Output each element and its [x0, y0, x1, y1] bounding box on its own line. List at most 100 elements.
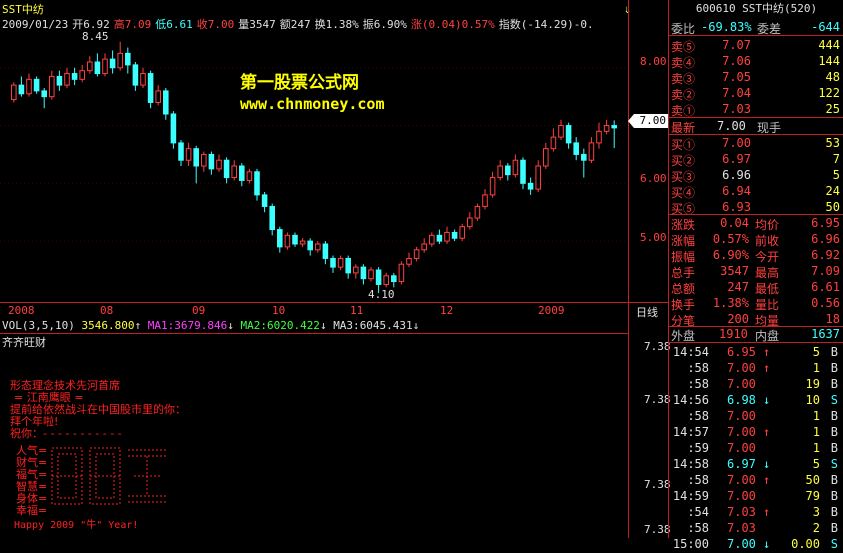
- ask-row[interactable]: 卖② 7.04 122: [669, 86, 843, 102]
- tick-volume: 5: [812, 457, 820, 471]
- divider: [0, 333, 628, 334]
- stat-label: 今开: [755, 250, 780, 264]
- tick-volume: 3: [812, 505, 820, 519]
- candle: [102, 53, 108, 77]
- candle: [596, 122, 602, 149]
- current-price-tag: 7.00: [628, 114, 668, 128]
- candle: [163, 88, 169, 120]
- candle: [223, 157, 230, 184]
- tick-side: S: [830, 457, 838, 471]
- candle: [185, 142, 192, 166]
- greeting-line: 祝你：- - - - - - - - - - -: [10, 427, 122, 440]
- tick-volume: 0.00: [791, 537, 820, 551]
- tick-volume: 79: [805, 489, 820, 503]
- stat-value: 3547: [720, 264, 749, 278]
- candle: [527, 177, 534, 195]
- candle: [581, 148, 587, 178]
- ma1-label: MA1:: [147, 319, 175, 332]
- candle: [565, 122, 572, 149]
- date-tick: 08: [100, 304, 114, 317]
- candle: [18, 76, 25, 97]
- tick-row[interactable]: :59 7.00 1 B: [669, 441, 843, 457]
- tick-volume: 1: [812, 361, 820, 375]
- price-axis-line: [628, 0, 629, 538]
- candle: [451, 229, 458, 242]
- indicator-tick: 7.38: [644, 340, 671, 353]
- candle: [277, 226, 283, 253]
- tick-time: :58: [687, 409, 709, 423]
- candle: [56, 70, 63, 91]
- inner-value: 1637: [811, 327, 840, 341]
- tick-row[interactable]: :58 7.00 1 B: [669, 409, 843, 425]
- tick-row[interactable]: :58 7.00 ↑ 50 B: [669, 473, 843, 489]
- stat-value: 1.38%: [712, 296, 749, 310]
- bid-row[interactable]: 买④ 6.94 24: [669, 184, 843, 200]
- tick-price: 6.95: [727, 345, 756, 359]
- tick-volume: 19: [805, 377, 820, 391]
- tick-row[interactable]: 14:57 7.00 ↑ 1 B: [669, 425, 843, 441]
- bid-row[interactable]: 买② 6.97 7: [669, 152, 843, 168]
- candle: [239, 163, 245, 187]
- tick-price: 7.03: [727, 505, 756, 519]
- candle: [322, 241, 329, 265]
- tick-time: :58: [687, 521, 709, 535]
- candle: [178, 140, 184, 166]
- kline-chart-panel[interactable]: SST中纺 2009/01/23 开6.92 高7.09 低6.61 收7.00 量354…: [0, 0, 671, 538]
- candle: [406, 252, 412, 268]
- tick-row[interactable]: :58 7.00 ↑ 1 B: [669, 361, 843, 377]
- tick-volume: 50: [805, 473, 820, 487]
- price-tick: 5.00: [640, 231, 667, 244]
- tick-price: 6.98: [727, 393, 756, 407]
- bid-row[interactable]: 买⑤ 6.93 50: [669, 200, 843, 216]
- stat-label: 总额: [671, 282, 696, 296]
- candle: [429, 232, 435, 247]
- date-tick: 10: [272, 304, 286, 317]
- ask-row[interactable]: 卖⑤ 7.07 444: [669, 38, 843, 54]
- candle: [41, 88, 47, 109]
- stat-value: 0.56: [811, 296, 840, 310]
- candle: [49, 70, 55, 100]
- ma1-value: 3679.846: [174, 319, 228, 332]
- ask-row[interactable]: 卖④ 7.06 144: [669, 54, 843, 70]
- candle: [520, 157, 526, 190]
- quote-panel: 600610 SST中纺(520) 委比 -69.83% 委差 -644 卖⑤ 7…: [668, 0, 843, 551]
- stat-row: 振幅 6.90% 今开 6.92: [669, 248, 843, 264]
- tick-row[interactable]: 15:00 7.00 ↓ 0.00 S: [669, 537, 843, 553]
- tick-price: 7.00: [727, 377, 756, 391]
- tick-row[interactable]: 14:54 6.95 ↑ 5 B: [669, 345, 843, 361]
- low-annotation: 4.10: [368, 288, 395, 301]
- tick-row[interactable]: :58 7.03 2 B: [669, 521, 843, 537]
- bid-row[interactable]: 买① 7.00 53: [669, 136, 843, 152]
- bid-row[interactable]: 买③ 6.96 5: [669, 168, 843, 184]
- tick-row[interactable]: :58 7.00 19 B: [669, 377, 843, 393]
- ask-row[interactable]: 卖③ 7.05 48: [669, 70, 843, 86]
- tick-volume: 10: [805, 393, 820, 407]
- candle: [307, 238, 313, 256]
- tick-row[interactable]: 14:56 6.98 ↓ 10 S: [669, 393, 843, 409]
- tick-row[interactable]: 14:59 7.00 79 B: [669, 489, 843, 505]
- candle: [345, 255, 351, 279]
- stock-title: SST中纺: [2, 3, 44, 16]
- price-tick: 8.00: [640, 55, 667, 68]
- tick-price: 7.00: [727, 537, 756, 551]
- tick-price: 7.00: [727, 441, 756, 455]
- date-tick: 2008: [8, 304, 35, 317]
- tick-price: 7.00: [727, 473, 756, 487]
- stat-value: 6.95: [811, 216, 840, 230]
- candle: [208, 151, 215, 175]
- tick-direction-icon: ↓: [763, 537, 771, 551]
- candle: [444, 226, 450, 244]
- candle: [170, 111, 177, 149]
- price-tick: 6.00: [640, 172, 667, 185]
- stat-label: 量比: [755, 298, 780, 312]
- tick-row[interactable]: 14:58 6.97 ↓ 5 S: [669, 457, 843, 473]
- candle: [315, 241, 321, 253]
- tick-row[interactable]: :54 7.03 ↑ 3 B: [669, 505, 843, 521]
- ask-row[interactable]: 卖① 7.03 25: [669, 102, 843, 118]
- tick-volume: 1: [812, 441, 820, 455]
- date-axis-line: [0, 302, 668, 303]
- date-tick: 2009: [538, 304, 565, 317]
- date-tick: 09: [192, 304, 206, 317]
- tick-side: S: [830, 537, 838, 551]
- period-label[interactable]: 日线: [636, 304, 658, 320]
